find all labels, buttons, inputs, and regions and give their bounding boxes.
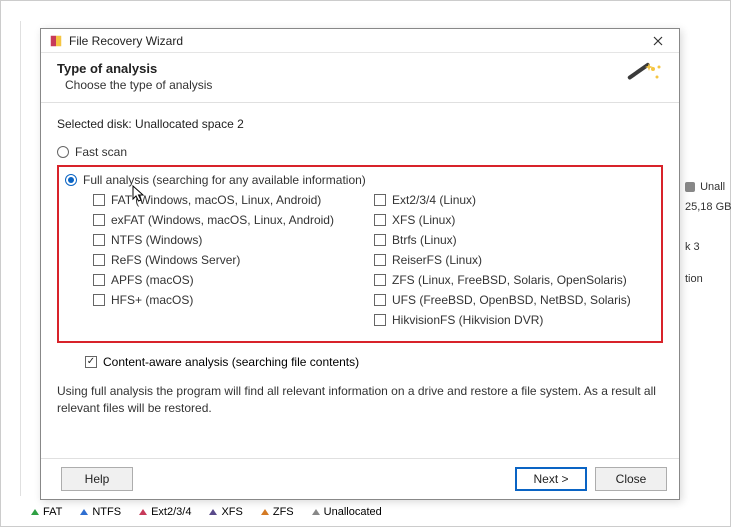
- selected-disk-label: Selected disk: Unallocated space 2: [57, 117, 663, 131]
- checkbox-icon: [93, 274, 105, 286]
- legend-triangle-icon: [312, 509, 320, 515]
- wizard-wand-icon: [623, 59, 663, 95]
- next-button[interactable]: Next >: [515, 467, 587, 491]
- background-right-panel: Unall 25,18 GB k 3 tion: [685, 181, 720, 293]
- bg-unallocated-row: Unall: [685, 181, 720, 193]
- legend-triangle-icon: [261, 509, 269, 515]
- legend-item: ZFS: [261, 506, 294, 518]
- checkbox-icon: [374, 194, 386, 206]
- fs-column-right: Ext2/3/4 (Linux) XFS (Linux) Btrfs (Linu…: [374, 193, 655, 333]
- help-button[interactable]: Help: [61, 467, 133, 491]
- radio-icon: [57, 146, 69, 158]
- app-icon: [49, 34, 63, 48]
- fs-column-left: FAT (Windows, macOS, Linux, Android) exF…: [93, 193, 374, 333]
- legend-triangle-icon: [139, 509, 147, 515]
- legend-item: NTFS: [80, 506, 121, 518]
- dialog-header: Type of analysis Choose the type of anal…: [41, 53, 679, 103]
- bg-tion: tion: [685, 273, 720, 285]
- fs-checkbox-xfs[interactable]: XFS (Linux): [374, 213, 655, 227]
- checkbox-icon: [93, 234, 105, 246]
- bg-unall-label: Unall: [700, 181, 725, 193]
- dialog-footer: Help Next > Close: [41, 458, 679, 499]
- full-analysis-label: Full analysis (searching for any availab…: [83, 173, 366, 187]
- fs-checkbox-hikvisionfs[interactable]: HikvisionFS (Hikvision DVR): [374, 313, 655, 327]
- full-analysis-radio[interactable]: Full analysis (searching for any availab…: [65, 173, 655, 187]
- titlebar: File Recovery Wizard: [41, 29, 679, 53]
- checkbox-icon: [93, 254, 105, 266]
- legend-triangle-icon: [209, 509, 217, 515]
- header-subtitle: Choose the type of analysis: [65, 78, 663, 92]
- fs-checkbox-btrfs[interactable]: Btrfs (Linux): [374, 233, 655, 247]
- checkbox-icon: [85, 356, 97, 368]
- checkbox-icon: [374, 254, 386, 266]
- checkbox-icon: [374, 214, 386, 226]
- fs-checkbox-apfs[interactable]: APFS (macOS): [93, 273, 374, 287]
- checkbox-icon: [374, 294, 386, 306]
- radio-icon: [65, 174, 77, 186]
- fast-scan-label: Fast scan: [75, 145, 127, 159]
- fs-checkbox-ntfs[interactable]: NTFS (Windows): [93, 233, 374, 247]
- checkbox-icon: [374, 314, 386, 326]
- checkbox-icon: [93, 194, 105, 206]
- checkbox-icon: [93, 294, 105, 306]
- checkbox-icon: [374, 274, 386, 286]
- legend-bar: FAT NTFS Ext2/3/4 XFS ZFS Unallocated: [31, 506, 382, 518]
- legend-triangle-icon: [80, 509, 88, 515]
- close-icon[interactable]: [643, 31, 673, 51]
- filesystem-grid: FAT (Windows, macOS, Linux, Android) exF…: [93, 193, 655, 333]
- file-recovery-wizard-dialog: File Recovery Wizard Type of analysis Ch…: [40, 28, 680, 500]
- legend-triangle-icon: [31, 509, 39, 515]
- background-sidebar: [1, 21, 21, 496]
- fast-scan-radio[interactable]: Fast scan: [57, 145, 663, 159]
- full-analysis-highlight-box: Full analysis (searching for any availab…: [57, 165, 663, 343]
- fs-checkbox-ext[interactable]: Ext2/3/4 (Linux): [374, 193, 655, 207]
- disk-icon: [685, 182, 695, 192]
- fs-checkbox-exfat[interactable]: exFAT (Windows, macOS, Linux, Android): [93, 213, 374, 227]
- close-button[interactable]: Close: [595, 467, 667, 491]
- fs-checkbox-reiserfs[interactable]: ReiserFS (Linux): [374, 253, 655, 267]
- fs-checkbox-fat[interactable]: FAT (Windows, macOS, Linux, Android): [93, 193, 374, 207]
- checkbox-icon: [93, 214, 105, 226]
- fs-checkbox-hfsplus[interactable]: HFS+ (macOS): [93, 293, 374, 307]
- content-aware-label: Content-aware analysis (searching file c…: [103, 355, 359, 369]
- bg-k3: k 3: [685, 241, 720, 253]
- content-aware-checkbox[interactable]: Content-aware analysis (searching file c…: [85, 355, 663, 369]
- info-text: Using full analysis the program will fin…: [57, 383, 663, 417]
- checkbox-icon: [374, 234, 386, 246]
- legend-item: FAT: [31, 506, 62, 518]
- header-title: Type of analysis: [57, 61, 663, 76]
- fs-checkbox-zfs[interactable]: ZFS (Linux, FreeBSD, Solaris, OpenSolari…: [374, 273, 655, 287]
- bg-unall-size: 25,18 GB: [685, 201, 720, 213]
- fs-checkbox-ufs[interactable]: UFS (FreeBSD, OpenBSD, NetBSD, Solaris): [374, 293, 655, 307]
- dialog-content: Selected disk: Unallocated space 2 Fast …: [41, 103, 679, 458]
- fs-checkbox-refs[interactable]: ReFS (Windows Server): [93, 253, 374, 267]
- legend-item: Unallocated: [312, 506, 382, 518]
- legend-item: XFS: [209, 506, 242, 518]
- legend-item: Ext2/3/4: [139, 506, 191, 518]
- dialog-title: File Recovery Wizard: [69, 34, 643, 48]
